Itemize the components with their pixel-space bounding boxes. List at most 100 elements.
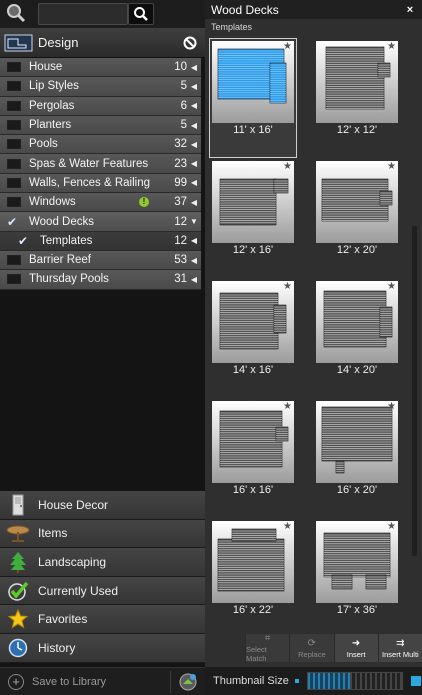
expand-left-icon[interactable]: ◀ [189,140,199,149]
expand-left-icon[interactable]: ◀ [189,236,199,245]
action-label: Insert [346,649,366,659]
tree-item[interactable]: Pools 32 ◀ [0,135,201,155]
expand-left-icon[interactable]: ◀ [189,178,199,187]
tree-item-count: 5 [180,80,187,93]
select-match-button[interactable]: ⌗ Select Match [245,633,290,663]
tree-item[interactable]: Planters 5 ◀ [0,115,201,136]
category-history[interactable]: History [0,633,205,663]
search-bar [0,0,205,28]
expand-left-icon[interactable]: ◀ [189,63,199,72]
panel-subtitle: Templates [211,22,253,32]
tree-item[interactable]: ✔ Wood Decks 12 ▼ [0,212,201,232]
save-to-library-button[interactable]: Save to Library [32,676,170,688]
tree-item-label: Walls, Fences & Railing [29,176,151,189]
tree-item[interactable]: Lip Styles 5 ◀ [0,77,201,97]
favorite-star-icon[interactable]: ★ [387,281,396,292]
tree-icon [6,551,30,573]
tree-item[interactable]: Spas & Water Features 23 ◀ [0,154,201,174]
insert-button[interactable]: ➜ Insert [333,634,378,662]
category-landscaping[interactable]: Landscaping [0,548,205,577]
checkbox[interactable] [7,158,21,169]
deck-template-thumbnail[interactable]: ★ 12' x 20' [313,158,401,278]
insert-multi-button[interactable]: ⇉ Insert Multi [377,634,422,662]
category-label: Favorites [38,612,88,627]
thumbnail-caption: 16' x 16' [232,484,274,496]
tree-item[interactable]: ✔ Templates 12 ◀ [0,231,201,251]
checkbox[interactable] [7,100,21,111]
magnifier-search-icon[interactable] [4,2,28,24]
category-currently-used[interactable]: Currently Used [0,576,205,606]
library-add-icon[interactable] [177,672,199,692]
vertical-scrollbar[interactable] [412,26,418,626]
expand-down-icon[interactable]: ▼ [189,217,199,226]
close-icon[interactable]: × [402,4,418,16]
panel-header: Wood Decks × [205,0,422,19]
small-size-icon[interactable] [294,679,299,683]
checkbox[interactable] [7,177,21,188]
favorite-star-icon[interactable]: ★ [283,521,292,532]
favorite-star-icon[interactable]: ★ [387,521,396,532]
expand-left-icon[interactable]: ◀ [189,198,199,207]
thumbnail-size-slider[interactable] [306,672,403,690]
expand-left-icon[interactable]: ◀ [189,82,199,91]
add-icon[interactable]: + [8,673,24,690]
expand-left-icon[interactable]: ◀ [189,121,199,130]
checkbox[interactable] [7,62,21,73]
favorite-star-icon[interactable]: ★ [283,41,292,52]
deck-template-thumbnail[interactable]: ★ 14' x 20' [313,278,401,398]
search-button[interactable] [128,3,154,25]
large-size-icon[interactable] [410,676,421,686]
scrollbar-thumb[interactable] [412,226,417,556]
category-house-decor[interactable]: House Decor [0,491,205,520]
expand-left-icon[interactable]: ◀ [189,256,199,265]
replace-button[interactable]: ⟳ Replace [289,634,334,662]
category-favorites[interactable]: Favorites [0,605,205,634]
favorite-star-icon[interactable]: ★ [387,401,396,412]
favorite-star-icon[interactable]: ★ [283,401,292,412]
checked-checkbox-icon[interactable]: ✔ [7,216,21,228]
replace-icon: ⟳ [307,637,317,649]
tree-item-count: 12 [174,234,187,247]
deck-template-thumbnail[interactable]: ★ 16' x 20' [313,398,401,518]
deck-template-thumbnail[interactable]: ★ 16' x 22' [209,518,297,638]
design-category-header[interactable]: Design [0,28,205,58]
tree-item[interactable]: Windows! 37 ◀ [0,193,201,213]
expand-left-icon[interactable]: ◀ [189,101,199,110]
deck-preview-image [212,521,294,603]
thumbnail-caption: 16' x 20' [336,484,378,496]
checked-checkbox-icon[interactable]: ✔ [18,235,32,247]
deck-template-thumbnail[interactable]: ★ 14' x 16' [209,278,297,398]
no-filter-icon[interactable] [183,36,197,50]
tree-item[interactable]: Walls, Fences & Railing 99 ◀ [0,173,201,194]
deck-preview-image [316,161,398,243]
expand-left-icon[interactable]: ◀ [189,159,199,168]
checkbox[interactable] [7,139,21,150]
category-label: Items [38,526,68,541]
tree-item[interactable]: Thursday Pools 31 ◀ [0,270,201,290]
search-input[interactable] [38,3,128,25]
favorite-star-icon[interactable]: ★ [387,161,396,172]
checkbox[interactable] [7,197,21,208]
alert-badge-icon: ! [139,197,149,208]
checkbox[interactable] [7,81,21,92]
tree-item[interactable]: Barrier Reef 53 ◀ [0,250,201,271]
favorite-star-icon[interactable]: ★ [283,281,292,292]
deck-preview-image [316,521,398,603]
deck-template-thumbnail[interactable]: ★ 12' x 12' [313,38,401,158]
favorite-star-icon[interactable]: ★ [283,161,292,172]
slider-remaining [350,673,402,689]
checkbox[interactable] [7,255,21,266]
deck-template-thumbnail[interactable]: ★ 16' x 16' [209,398,297,518]
deck-template-thumbnail[interactable]: ★ 17' x 36' [313,518,401,638]
deck-template-thumbnail[interactable]: ★ 11' x 16' [209,38,297,158]
favorite-star-icon[interactable]: ★ [387,41,396,52]
tree-item-label: Pergolas [29,99,75,112]
deck-template-thumbnail[interactable]: ★ 12' x 16' [209,158,297,278]
tree-item[interactable]: House 10 ◀ [0,58,201,78]
checkbox[interactable] [7,274,21,285]
tree-item[interactable]: Pergolas 6 ◀ [0,96,201,116]
expand-left-icon[interactable]: ◀ [189,275,199,284]
category-tree: House 10 ◀ Lip Styles 5 ◀ Pergolas 6 ◀ Planters 5 ◀… [0,58,201,290]
checkbox[interactable] [7,120,21,131]
category-items[interactable]: Items [0,519,205,549]
